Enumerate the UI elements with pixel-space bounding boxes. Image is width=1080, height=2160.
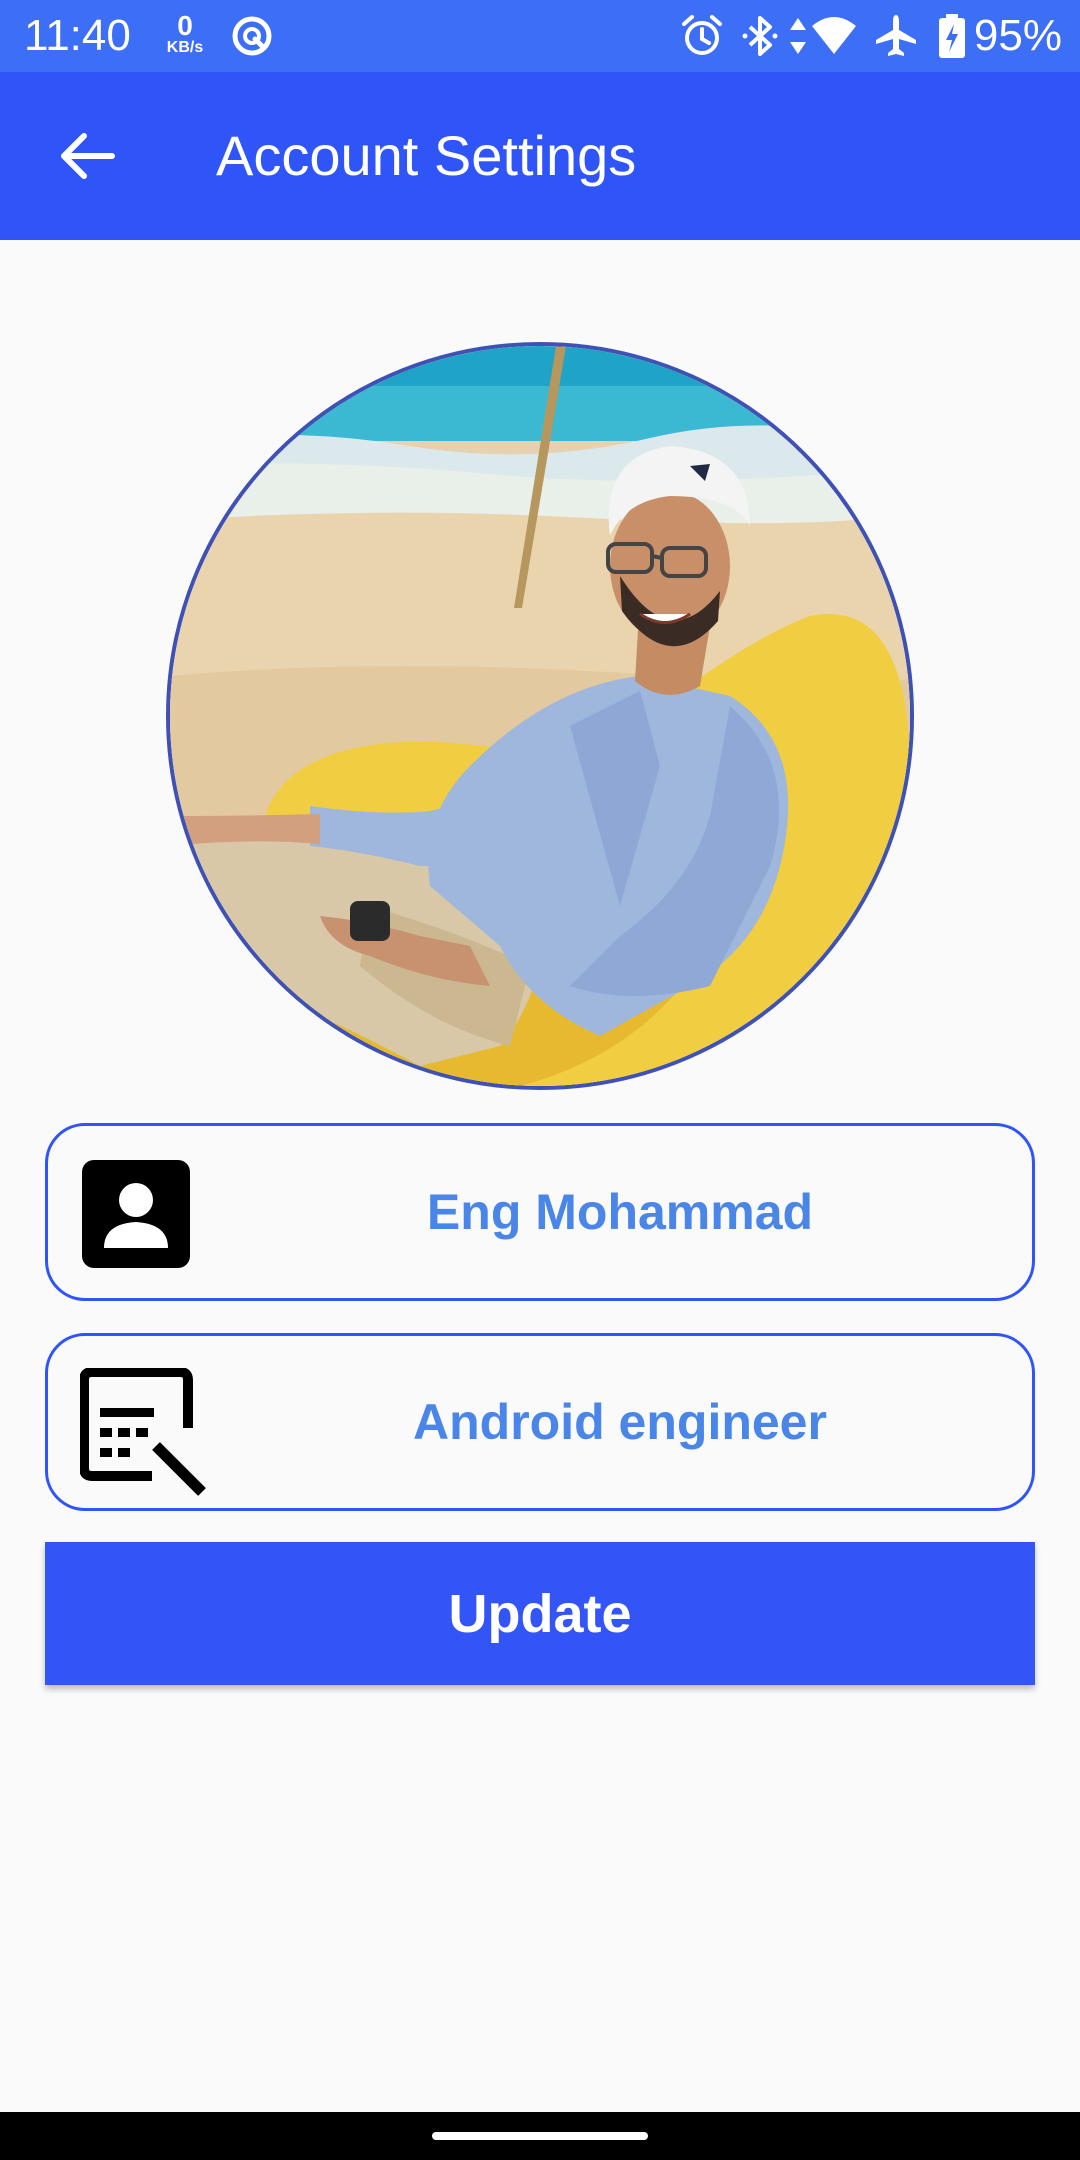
- wifi-icon: [812, 17, 856, 54]
- contact-card-icon: [82, 1160, 190, 1268]
- data-saver-icon: [232, 16, 272, 56]
- network-speed-unit: KB/s: [166, 39, 204, 56]
- job-title-field[interactable]: Android engineer: [45, 1333, 1035, 1511]
- arrow-back-icon[interactable]: [48, 116, 128, 196]
- navigation-bar: [0, 2112, 1080, 2160]
- airplane-icon: [876, 15, 916, 56]
- alarm-icon: [682, 15, 722, 55]
- profile-photo[interactable]: [166, 342, 914, 1090]
- profile-photo-illustration: [170, 346, 910, 1086]
- app-bar: Account Settings: [0, 72, 1080, 240]
- edit-text-icon: [80, 1368, 206, 1496]
- name-value[interactable]: Eng Mohammad: [208, 1126, 1032, 1298]
- battery-charging-icon: [939, 14, 965, 58]
- status-time: 11:40: [24, 11, 131, 60]
- battery-percent: 95%: [973, 11, 1062, 60]
- network-speed: 0 KB/s: [160, 12, 210, 56]
- network-speed-value: 0: [177, 10, 193, 41]
- data-arrows-icon: [790, 18, 806, 54]
- page-title: Account Settings: [216, 124, 637, 187]
- name-field[interactable]: Eng Mohammad: [45, 1123, 1035, 1301]
- status-bar: 11:40 0 KB/s 95%: [0, 0, 1080, 72]
- update-button[interactable]: Update: [45, 1542, 1035, 1685]
- job-title-value[interactable]: Android engineer: [208, 1336, 1032, 1508]
- bluetooth-icon: [742, 16, 778, 56]
- home-indicator[interactable]: [432, 2132, 648, 2140]
